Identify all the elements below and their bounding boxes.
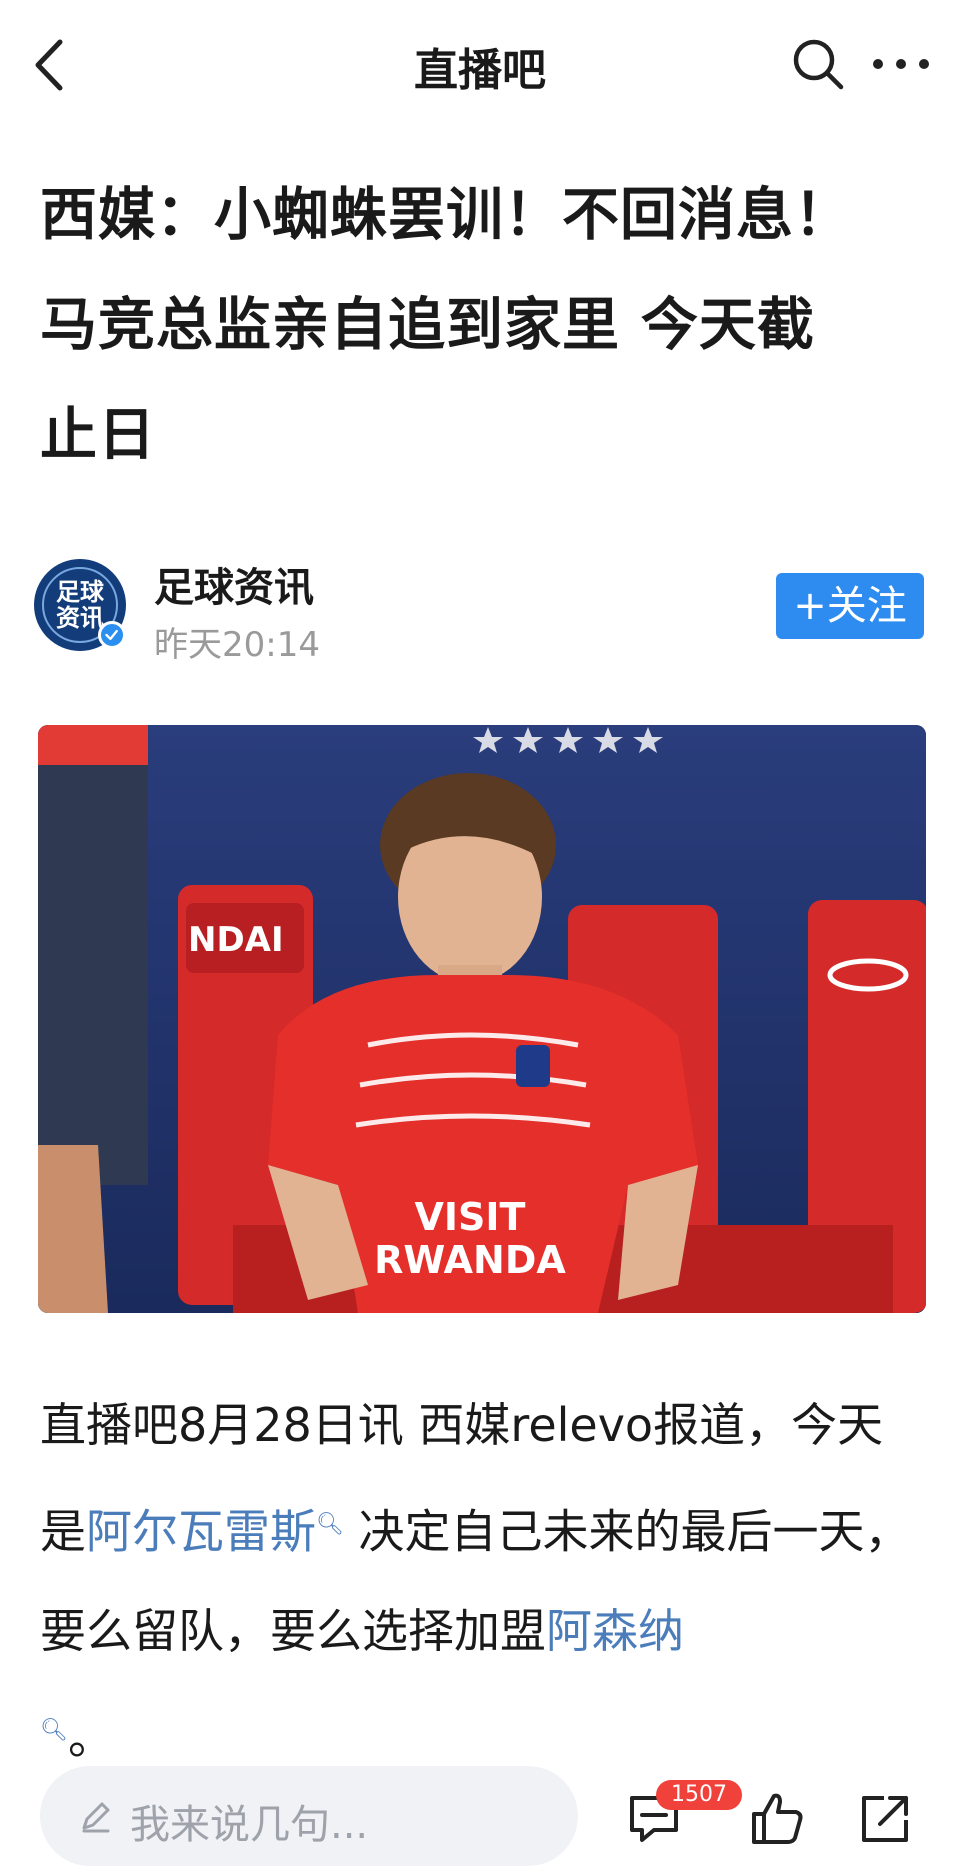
search-link-icon[interactable]: 🔍︎ [316,1512,344,1537]
shirt-text: RWANDA [374,1238,566,1282]
verified-icon [98,621,126,649]
headline-line: 止日 [40,402,156,468]
seat-text: NDAI [188,920,284,960]
like-icon[interactable] [746,1788,806,1848]
avatar-text: 足球 [56,578,104,606]
share-icon[interactable] [856,1788,916,1848]
body-text: 。 [67,1710,114,1765]
search-icon[interactable] [788,34,848,94]
top-bar: 直播吧 [0,0,960,130]
more-icon[interactable] [866,34,936,94]
author-name[interactable]: 足球资讯 [154,555,314,613]
article-body: 直播吧8月28日讯 西媒relevo报道，今天是阿尔瓦雷斯🔍︎ 决定自己未来的最… [40,1375,920,1788]
headline-line: 马竞总监亲自追到家里 今天截 [40,292,815,358]
author-row: 足球 资讯 足球资讯 昨天20:14 +关注 [34,555,926,665]
publish-time: 昨天20:14 [154,625,320,665]
shirt-text: VISIT [415,1195,526,1239]
club-link[interactable]: 阿森纳 [546,1604,684,1658]
article-photo: NDAI VISIT RWANDA [38,725,926,1313]
player-link[interactable]: 阿尔瓦雷斯 [86,1504,316,1558]
comment-input[interactable]: 我来说几句... [40,1766,578,1866]
player-photo: NDAI VISIT RWANDA [38,725,926,1313]
pen-icon [82,1802,110,1833]
comment-count-badge: 1507 [656,1780,742,1810]
bottom-bar: 我来说几句... 1507 [0,1760,960,1874]
follow-button[interactable]: +关注 [776,573,924,639]
article-headline: 西媒：小蜘蛛罢训！不回消息！ 马竞总监亲自追到家里 今天截 止日 [40,160,920,490]
comment-placeholder: 我来说几句... [130,1802,369,1848]
headline-line: 西媒：小蜘蛛罢训！不回消息！ [40,182,852,248]
search-link-icon[interactable]: 🔍︎ [40,1718,68,1743]
